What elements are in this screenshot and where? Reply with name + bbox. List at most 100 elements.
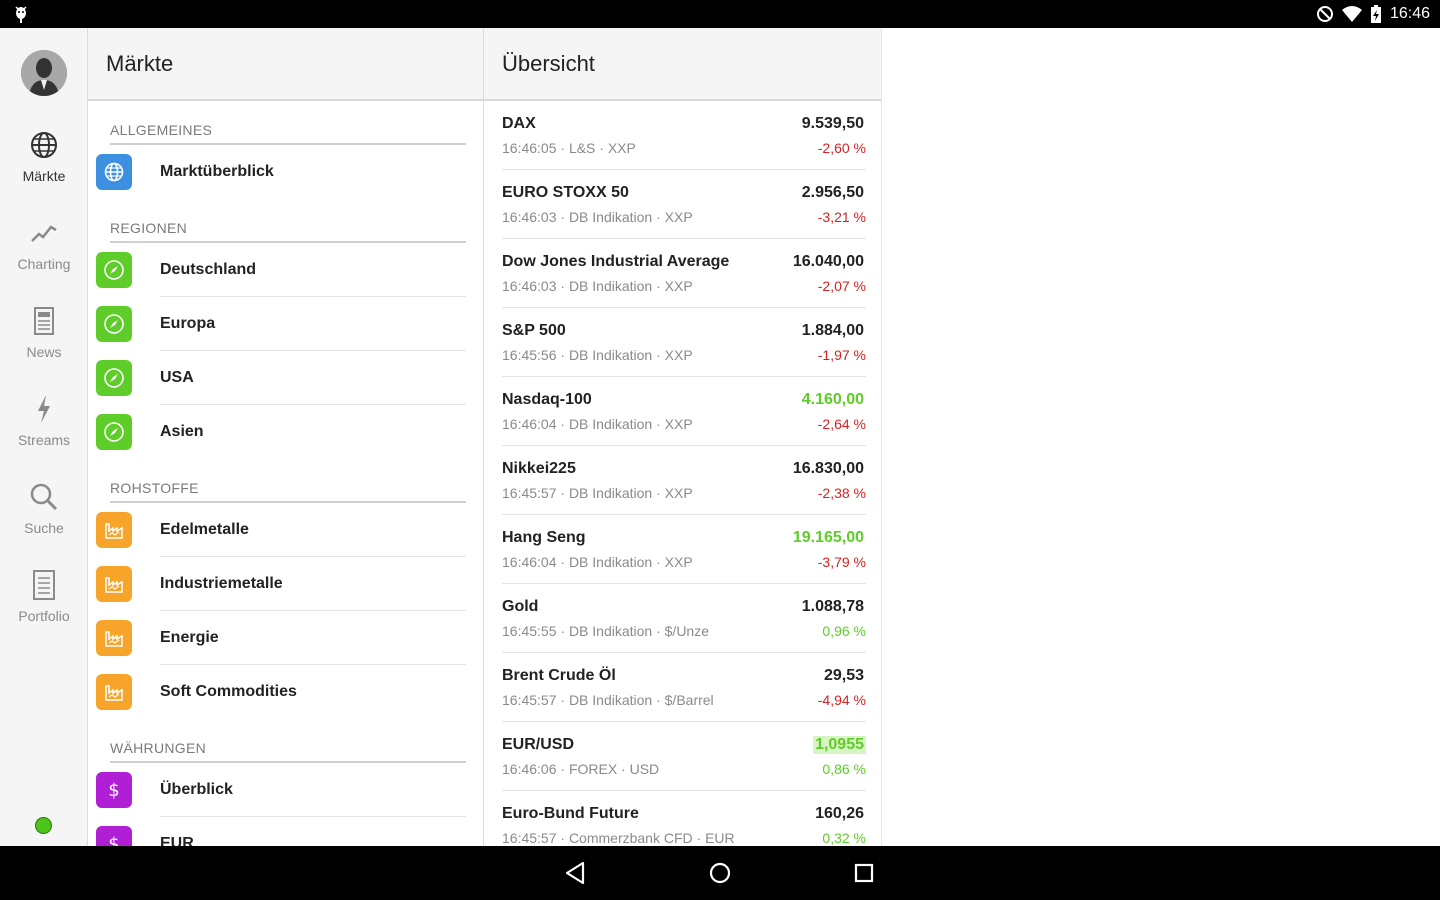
quote-meta: 16:46:04 · DB Indikation · XXP [502,554,693,570]
market-item-label: Marktüberblick [160,163,274,180]
market-item-ueberblick[interactable]: $ Überblick [96,763,483,817]
quote-name: Hang Seng [502,529,586,546]
market-item-label: Asien [160,423,204,440]
market-item-europa[interactable]: Europa [96,297,483,351]
quote-name: Gold [502,598,539,615]
rail-item-charting[interactable]: Charting [0,218,88,302]
quote-row[interactable]: S&P 500 16:45:56 · DB Indikation · XXP 1.8… [502,308,866,377]
market-item-label: Deutschland [160,243,466,297]
quote-change: 0,86 % [822,761,866,777]
rail-item-news[interactable]: News [0,306,88,390]
quote-name: Nikkei225 [502,460,576,477]
quote-change: -3,21 % [817,209,866,225]
quote-row[interactable]: EUR/USD 16:46:06 · FOREX · USD 1,0955 0,86 … [502,722,866,791]
quote-meta: 16:46:03 · DB Indikation · XXP [502,209,693,225]
market-item-eur[interactable]: $ EUR [96,817,483,846]
factory-icon [96,620,132,656]
rail-item-maerkte[interactable]: Märkte [0,130,88,214]
quote-meta: 16:45:57 · DB Indikation · XXP [502,485,693,501]
rail-item-suche[interactable]: Suche [0,482,88,566]
quote-row[interactable]: EURO STOXX 50 16:46:03 · DB Indikation · … [502,170,866,239]
online-status-indicator [35,817,52,834]
rail-item-label: Charting [17,256,71,272]
dollar-icon: $ [96,826,132,846]
market-item-usa[interactable]: USA [96,351,483,405]
rail-item-streams[interactable]: Streams [0,394,88,478]
quote-meta: 16:45:56 · DB Indikation · XXP [502,347,693,363]
quote-price: 16.040,00 [792,253,864,270]
recents-icon[interactable] [850,859,878,887]
market-item-soft-commodities[interactable]: Soft Commodities [96,665,483,719]
avatar[interactable] [21,50,67,96]
market-item-label: USA [160,351,466,405]
rail-item-label: News [26,344,62,360]
quote-price: 16.830,00 [792,460,864,477]
market-item-edelmetalle[interactable]: Edelmetalle [96,503,483,557]
factory-icon [96,512,132,548]
lightning-icon [38,395,50,423]
quote-name: EUR/USD [502,736,575,753]
quote-row[interactable]: Gold 16:45:55 · DB Indikation · $/Unze 1.0… [502,584,866,653]
side-navigation-rail: Märkte Charting News Streams Suche Portf… [0,28,88,846]
compass-icon [96,252,132,288]
rail-item-label: Suche [24,520,64,536]
newspaper-icon [34,307,54,335]
user-silhouette-icon [21,50,67,96]
market-item-label: Europa [160,297,466,351]
globe-icon [31,132,57,158]
quote-change: -2,38 % [817,485,866,501]
quote-row[interactable]: Brent Crude Öl 16:45:57 · DB Indikation ·… [502,653,866,722]
quote-row[interactable]: Hang Seng 16:46:04 · DB Indikation · XXP 1… [502,515,866,584]
quote-name: DAX [502,115,536,132]
quote-name: Euro-Bund Future [502,805,639,822]
section-title: ALLGEMEINES [110,101,466,145]
market-item-asien[interactable]: Asien [96,405,483,459]
market-item-label: Industriemetalle [160,557,466,611]
quote-price: 1,0955 [813,736,866,754]
quote-row[interactable]: Nikkei225 16:45:57 · DB Indikation · XXP 1… [502,446,866,515]
back-icon[interactable] [562,859,590,887]
quote-change: -2,60 % [817,140,866,156]
overview-panel: Übersicht DAX 16:46:05 · L&S · XXP 9.539,5… [484,28,882,846]
quote-change: -1,97 % [817,347,866,363]
quote-price: 2.956,50 [801,184,864,201]
market-item-marktueberblick[interactable]: Marktüberblick [96,145,483,199]
list-icon [33,570,55,600]
quote-meta: 16:45:57 · Commerzbank CFD · EUR [502,830,735,846]
market-item-label: Überblick [160,763,466,817]
quote-name: Dow Jones Industrial Average [502,253,730,270]
quote-price: 19.165,00 [792,529,864,546]
home-icon[interactable] [706,859,734,887]
factory-icon [96,674,132,710]
quote-row[interactable]: Nasdaq-100 16:46:04 · DB Indikation · XXP… [502,377,866,446]
market-item-deutschland[interactable]: Deutschland [96,243,483,297]
section-waehrungen: WÄHRUNGEN $ Überblick $ EUR [88,719,483,846]
market-item-industriemetalle[interactable]: Industriemetalle [96,557,483,611]
quote-change: -2,64 % [817,416,866,432]
quote-name: Nasdaq-100 [502,391,592,408]
dollar-icon: $ [96,772,132,808]
quote-row[interactable]: Euro-Bund Future 16:45:57 · Commerzbank C… [502,791,866,846]
detail-area [882,28,1440,846]
globe-icon [96,154,132,190]
section-regionen: REGIONEN Deutschland Europa USA Asien [88,199,483,459]
section-title: ROHSTOFFE [110,459,466,503]
search-icon [30,483,58,511]
system-navigation-bar [0,846,1440,900]
quote-price: 29,53 [823,667,864,684]
quote-row[interactable]: Dow Jones Industrial Average 16:46:03 · D… [502,239,866,308]
quote-meta: 16:45:55 · DB Indikation · $/Unze [502,623,710,639]
rail-item-label: Märkte [22,168,66,184]
quote-row[interactable]: DAX 16:46:05 · L&S · XXP 9.539,50 -2,60 % [502,101,866,170]
quote-change: -3,79 % [817,554,866,570]
rail-item-portfolio[interactable]: Portfolio [0,570,88,654]
factory-icon [96,566,132,602]
status-bar: 16:46 [0,0,1440,28]
svg-text:$: $ [108,780,119,801]
market-item-energie[interactable]: Energie [96,611,483,665]
quote-meta: 16:46:05 · L&S · XXP [502,140,636,156]
compass-icon [96,414,132,450]
chart-line-icon [31,225,57,242]
market-item-label: Soft Commodities [160,683,297,700]
do-not-disturb-icon [1316,6,1333,22]
